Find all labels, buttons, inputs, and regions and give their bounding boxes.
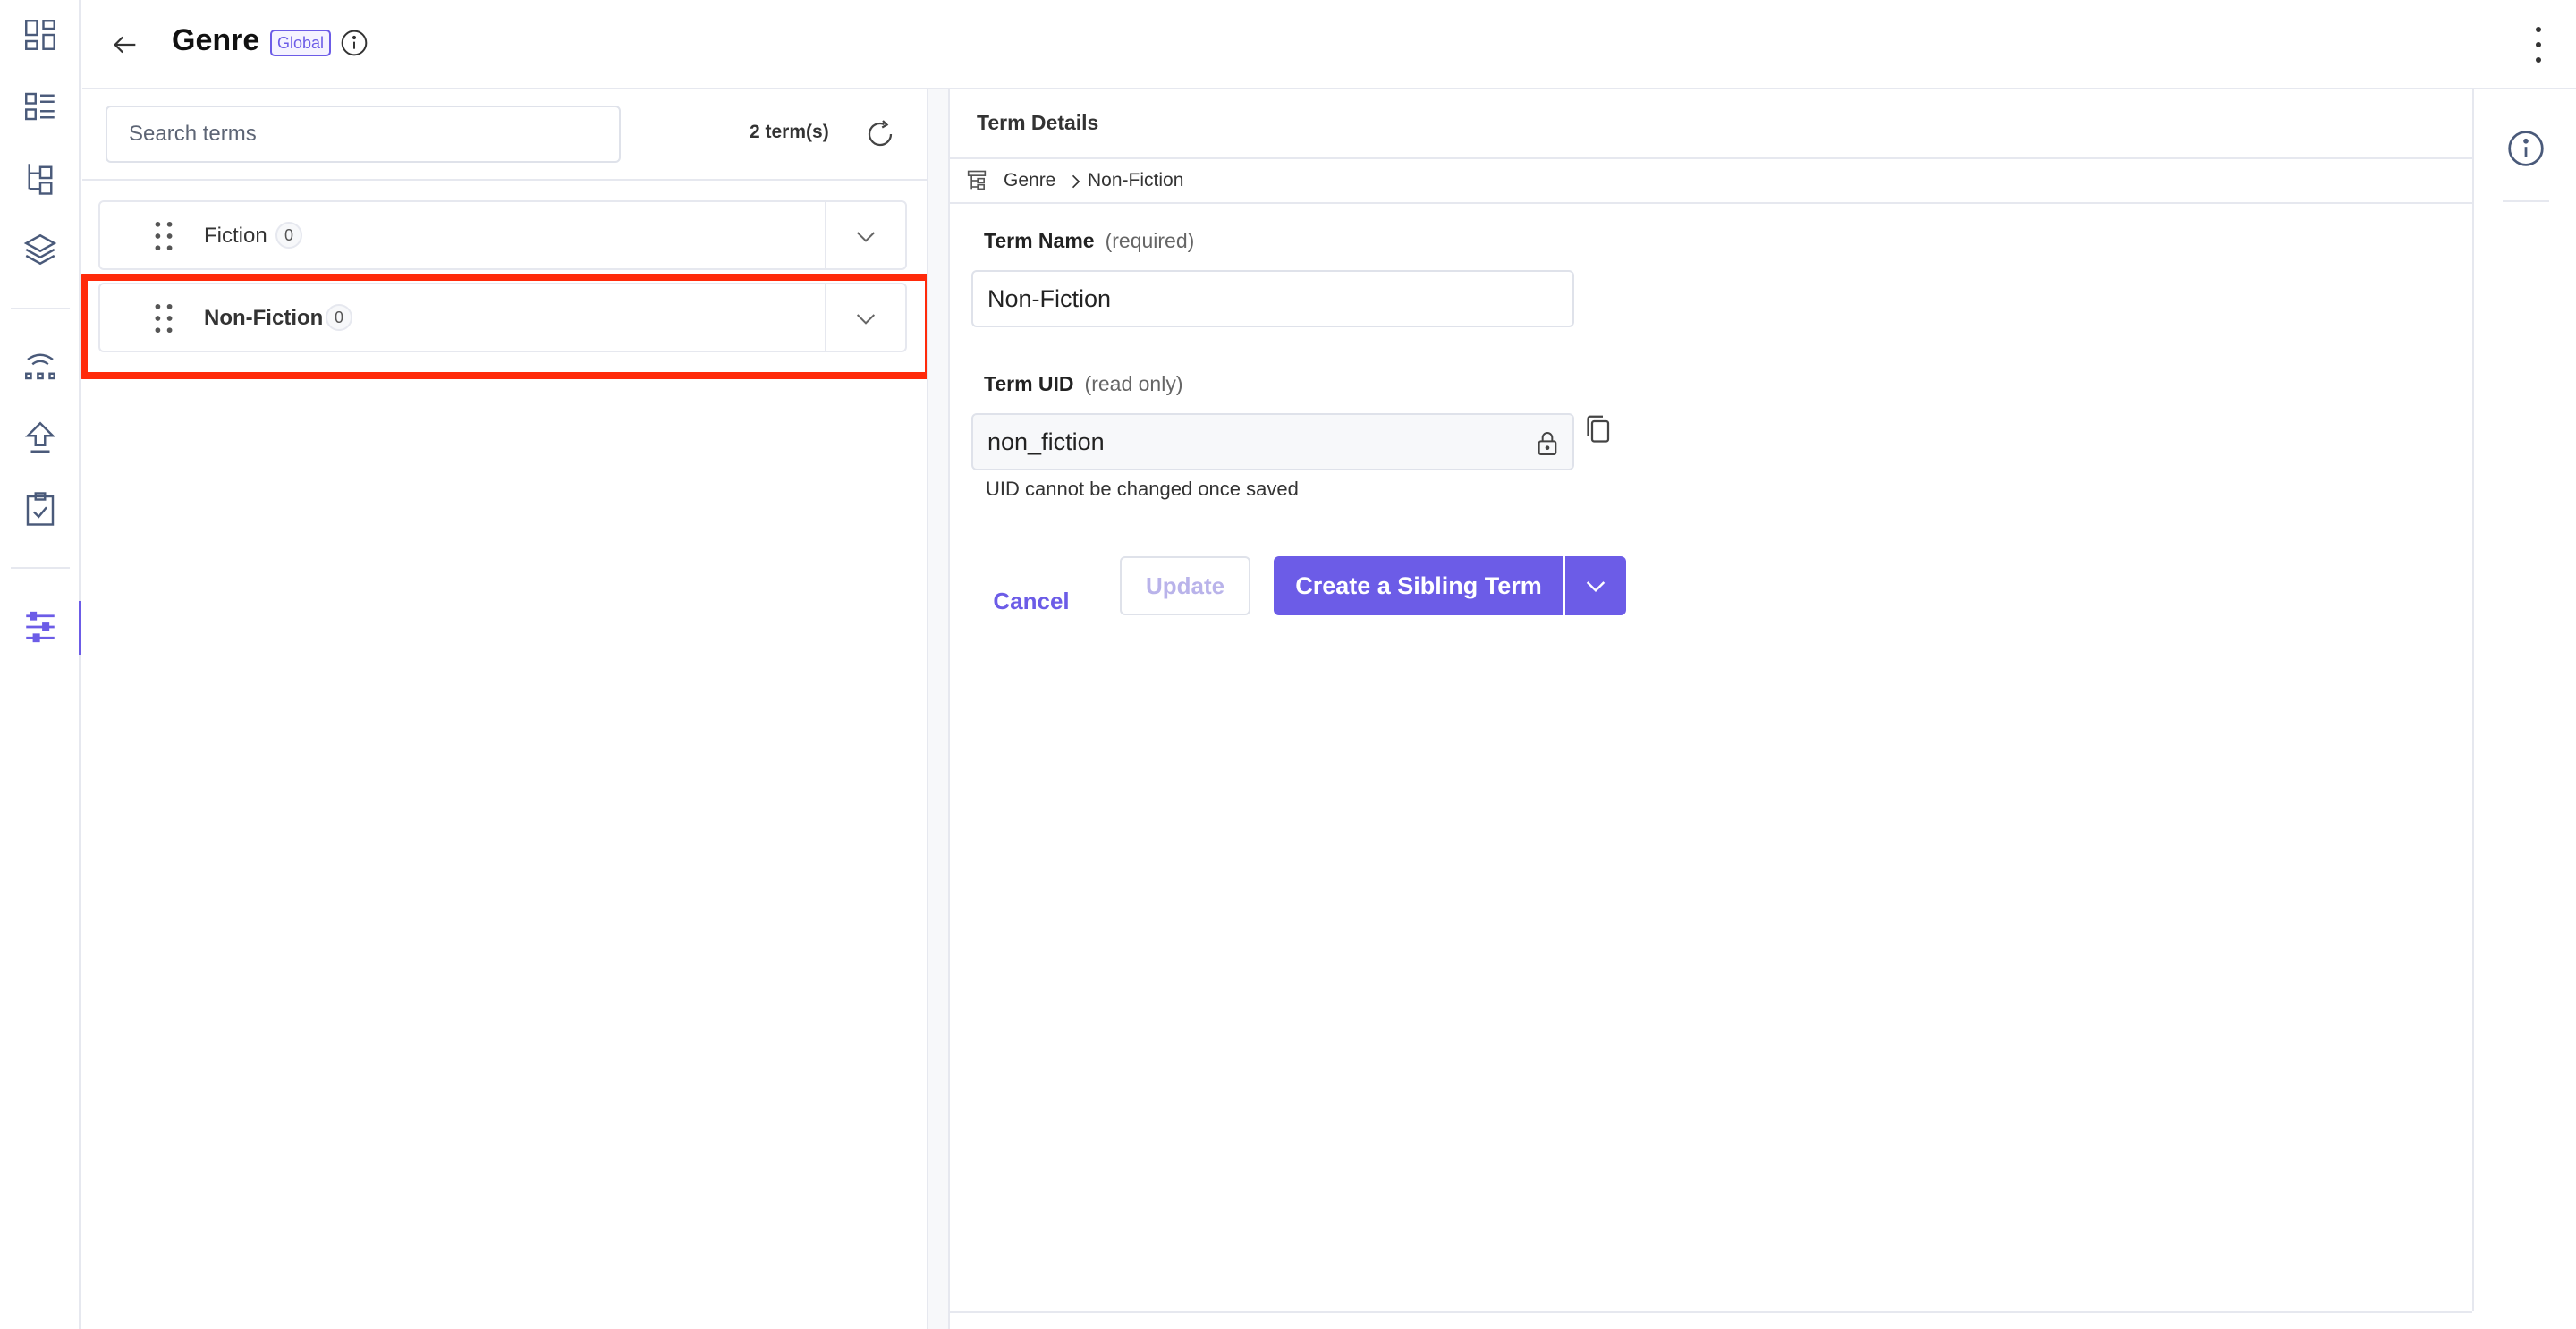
cancel-button[interactable]: Cancel: [982, 572, 1080, 630]
rail-divider: [11, 567, 70, 569]
arrow-left-icon: [114, 36, 136, 54]
page-header: Genre Global: [82, 0, 2576, 89]
right-info-rail: [2472, 89, 2576, 1311]
page-title: Genre: [172, 23, 260, 57]
stack-icon[interactable]: [18, 227, 63, 272]
left-nav-rail: [0, 0, 81, 1329]
refresh-icon: [868, 120, 893, 147]
child-count-badge: 0: [275, 222, 303, 249]
lock-icon: [1538, 432, 1557, 455]
create-sibling-term-button[interactable]: Create a Sibling Term: [1274, 556, 1563, 615]
entries-icon[interactable]: [18, 84, 63, 129]
breadcrumb: Genre Non-Fiction: [950, 159, 2472, 204]
chevron-right-icon: [1072, 174, 1080, 189]
breadcrumb-item-genre[interactable]: Genre: [1004, 170, 1055, 191]
required-hint: (required): [1105, 229, 1195, 252]
publish-icon[interactable]: [18, 415, 63, 460]
row-divider: [825, 284, 826, 351]
term-count-label: 2 term(s): [750, 122, 829, 142]
uid-help-text: UID cannot be changed once saved: [986, 478, 1299, 500]
info-rail-divider: [2503, 200, 2549, 202]
taxonomy-tree-icon[interactable]: [18, 156, 63, 200]
term-uid-field: non_fiction: [971, 413, 1574, 470]
terms-list-pane: 2 term(s) Fiction 0 Non-Fiction 0: [82, 89, 928, 1329]
term-details-pane: Term Details Genre Non-Fiction Term Name…: [950, 89, 2472, 1329]
term-name-label: Term Name (required): [984, 229, 1194, 253]
settings-sliders-icon[interactable]: [18, 605, 63, 649]
chevron-down-icon[interactable]: [852, 222, 880, 250]
pane-bottom-border: [950, 1311, 2472, 1313]
details-header: Term Details: [950, 89, 2472, 159]
info-icon[interactable]: [340, 29, 369, 57]
drag-handle-icon[interactable]: [154, 220, 174, 252]
clipboard-check-icon[interactable]: [18, 487, 63, 531]
chevron-down-icon: [1586, 581, 1606, 593]
drag-handle-icon[interactable]: [154, 302, 174, 334]
breadcrumb-item-current: Non-Fiction: [1088, 170, 1184, 190]
term-name: Fiction: [204, 224, 267, 248]
create-options-dropdown-button[interactable]: [1565, 556, 1626, 615]
term-row-non-fiction[interactable]: Non-Fiction 0: [98, 283, 907, 352]
term-uid-value: non_fiction: [987, 428, 1105, 455]
row-divider: [825, 202, 826, 268]
read-only-hint: (read only): [1084, 372, 1183, 395]
rail-divider: [11, 308, 70, 309]
terms-toolbar: 2 term(s): [82, 89, 928, 181]
term-name: Non-Fiction: [204, 306, 324, 330]
more-options-icon[interactable]: [2531, 27, 2546, 63]
dashboard-icon[interactable]: [18, 13, 63, 57]
taxonomy-icon: [967, 170, 987, 190]
search-terms-input[interactable]: [106, 106, 621, 163]
info-panel-icon[interactable]: [2506, 129, 2546, 168]
details-title: Term Details: [977, 111, 1099, 134]
back-button[interactable]: [102, 21, 148, 68]
term-uid-label: Term UID (read only): [984, 372, 1182, 396]
term-name-input[interactable]: Non-Fiction: [971, 270, 1574, 327]
pane-resize-handle[interactable]: [927, 89, 950, 1329]
term-row-fiction[interactable]: Fiction 0: [98, 200, 907, 270]
connection-icon[interactable]: [18, 343, 63, 388]
chevron-down-icon[interactable]: [852, 304, 880, 333]
term-name-label-text: Term Name: [984, 229, 1095, 252]
term-uid-label-text: Term UID: [984, 372, 1074, 395]
child-count-badge: 0: [326, 304, 353, 331]
copy-icon[interactable]: [1581, 411, 1614, 447]
update-button[interactable]: Update: [1120, 556, 1250, 615]
scope-badge: Global: [270, 30, 332, 56]
rail-active-indicator: [79, 601, 81, 655]
refresh-button[interactable]: [860, 114, 900, 154]
